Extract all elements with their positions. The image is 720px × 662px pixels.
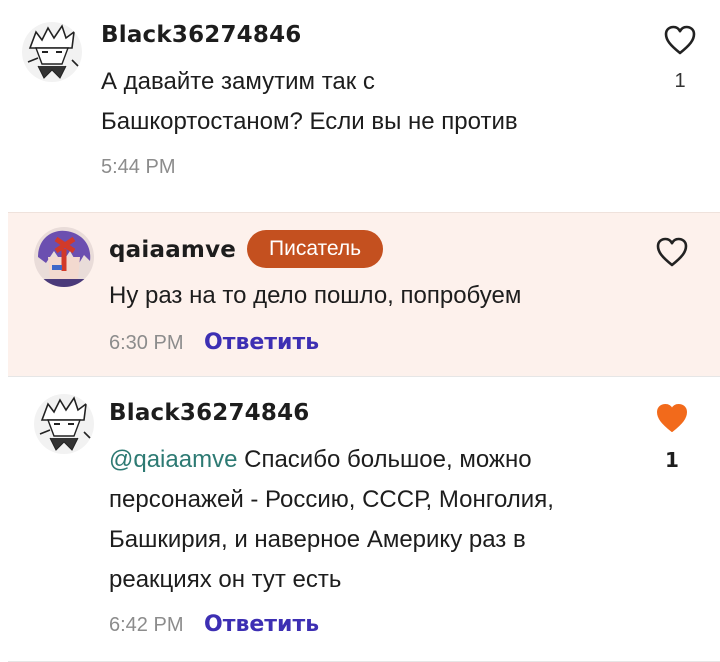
- comment-username[interactable]: Black36274846: [109, 400, 310, 426]
- comment-text: А давайте замутим так с Башкортостаном? …: [101, 68, 518, 135]
- reply-button[interactable]: Ответить: [204, 612, 319, 637]
- comment-item: Black36274846 @qaiaamve Спасибо большое,…: [8, 378, 720, 662]
- user-avatar[interactable]: [34, 394, 94, 454]
- comment-timestamp: 6:30 PM: [109, 332, 184, 354]
- comment-username[interactable]: qaiaamve: [109, 237, 236, 263]
- heart-filled-icon[interactable]: [654, 400, 690, 436]
- reply-button[interactable]: Ответить: [204, 330, 319, 355]
- heart-outline-icon[interactable]: [662, 22, 698, 58]
- comment-text: @qaiaamve Спасибо большое, можно персона…: [109, 440, 609, 600]
- comment-item-author: qaiaamve Писатель Ну раз на то дело пошл…: [8, 212, 720, 377]
- comment-username[interactable]: Black36274846: [101, 22, 302, 48]
- comment-timestamp: 5:44 PM: [101, 156, 176, 178]
- heart-outline-icon[interactable]: [654, 234, 690, 270]
- user-avatar[interactable]: [22, 22, 82, 82]
- user-mention[interactable]: @qaiaamve: [109, 446, 237, 473]
- comment-timestamp: 6:42 PM: [109, 614, 184, 636]
- comment-text: Ну раз на то дело пошло, попробуем: [109, 282, 522, 309]
- comment-item: Black36274846 А давайте замутим так с Ба…: [0, 0, 720, 212]
- like-count: 1: [674, 70, 686, 92]
- like-count: 1: [665, 448, 679, 472]
- writer-badge: Писатель: [247, 230, 384, 268]
- user-avatar[interactable]: [34, 227, 94, 287]
